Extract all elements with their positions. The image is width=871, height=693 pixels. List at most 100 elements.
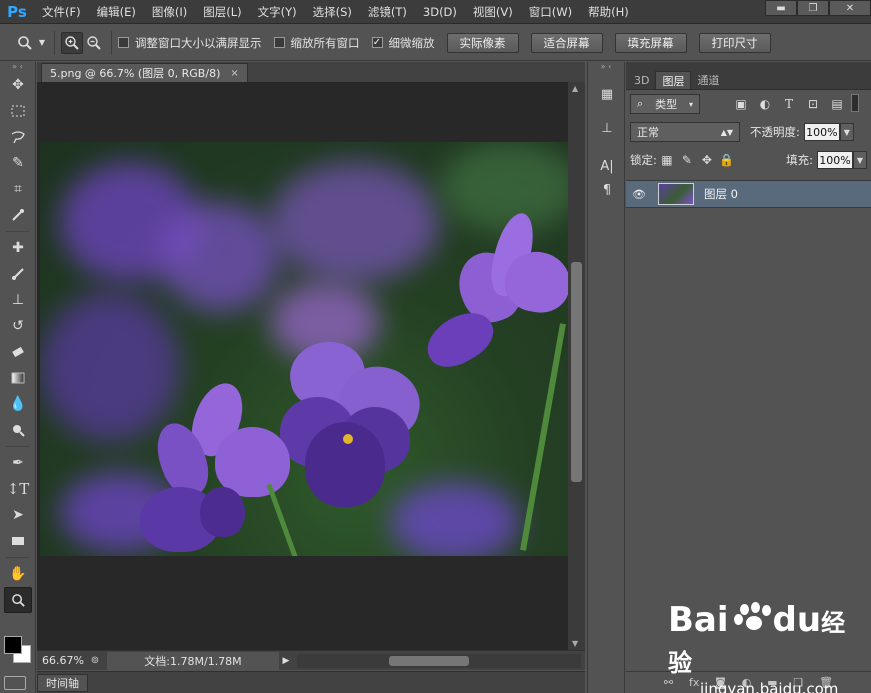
opacity-field[interactable]: 100%: [803, 123, 840, 141]
panel-grip-icon[interactable]: » ‹: [588, 62, 624, 72]
marquee-tool-icon[interactable]: [0, 98, 36, 124]
lasso-tool-icon[interactable]: [0, 124, 36, 150]
rectangle-tool-icon[interactable]: [0, 528, 36, 554]
type-filter-icon[interactable]: T: [779, 94, 799, 114]
menu-select[interactable]: 选择(S): [305, 4, 360, 20]
horizontal-scrollbar[interactable]: [297, 653, 581, 668]
tab-layers[interactable]: 图层: [655, 71, 692, 89]
healing-brush-tool-icon[interactable]: ✚: [0, 235, 36, 261]
zoom-tool-preset-icon[interactable]: [14, 32, 36, 54]
grid-panel-icon[interactable]: ▦: [588, 82, 626, 106]
clone-source-panel-icon[interactable]: ⊥: [588, 116, 626, 140]
dodge-tool-icon[interactable]: [0, 417, 36, 443]
quick-mask-icon[interactable]: [4, 676, 26, 690]
menu-file[interactable]: 文件(F): [34, 4, 89, 20]
layer-item[interactable]: 👁 图层 0: [626, 180, 871, 208]
canvas-area[interactable]: [37, 82, 568, 650]
checkbox-label: 调整窗口大小以满屏显示: [135, 35, 262, 50]
timeline-tab[interactable]: 时间轴: [37, 673, 88, 692]
menu-view[interactable]: 视图(V): [465, 4, 521, 20]
stem: [520, 323, 566, 551]
menu-type[interactable]: 文字(Y): [250, 4, 305, 20]
gradient-tool-icon[interactable]: [0, 365, 36, 391]
lock-position-icon[interactable]: ✥: [697, 150, 717, 170]
horizontal-scroll-thumb[interactable]: [389, 655, 469, 666]
color-swatches[interactable]: [4, 632, 34, 666]
separator: [111, 30, 112, 55]
fill-stepper-icon[interactable]: ▼: [853, 151, 867, 169]
pixel-filter-icon[interactable]: ▣: [731, 94, 751, 114]
restore-button[interactable]: ❐: [797, 0, 829, 16]
chevron-down-icon[interactable]: ▼: [36, 32, 48, 54]
vertical-scrollbar[interactable]: ▲ ▼: [568, 82, 585, 650]
tools-panel: » ‹ ✥ ✎ ⌗ ✚ ⊥ ↺ 💧 ✒ ↕T ➤ ✋: [0, 62, 36, 693]
character-panel-icon[interactable]: A|: [588, 154, 626, 178]
tab-3d[interactable]: 3D: [628, 71, 655, 89]
lock-transparent-icon[interactable]: ▦: [657, 150, 677, 170]
pen-tool-icon[interactable]: ✒: [0, 450, 36, 476]
menu-help[interactable]: 帮助(H): [580, 4, 637, 20]
scrubby-zoom-checkbox[interactable]: ✓ 细微缩放: [371, 35, 435, 51]
logo-left-text: Bai: [668, 600, 729, 640]
fit-screen-button[interactable]: 适合屏幕: [530, 32, 603, 53]
lock-image-icon[interactable]: ✎: [677, 150, 697, 170]
panel-grip-icon[interactable]: » ‹: [0, 62, 35, 72]
brush-tool-icon[interactable]: [0, 261, 36, 287]
stem: [266, 483, 299, 556]
checkbox-box[interactable]: [273, 37, 285, 48]
type-tool-icon[interactable]: ↕T: [0, 476, 36, 502]
zoom-level-field[interactable]: 66.67%: [37, 652, 87, 670]
layer-name[interactable]: 图层 0: [704, 186, 738, 202]
filter-toggle-switch[interactable]: [851, 94, 859, 112]
filter-kind-dropdown[interactable]: ⌕ 类型 ▾: [630, 94, 700, 114]
zoom-out-icon[interactable]: [83, 32, 105, 54]
crop-tool-icon[interactable]: ⌗: [0, 176, 36, 202]
close-tab-icon[interactable]: ×: [230, 68, 238, 79]
eyedropper-tool-icon[interactable]: [0, 202, 36, 228]
eye-icon[interactable]: 👁: [626, 188, 652, 201]
document-image[interactable]: [40, 142, 568, 556]
shape-filter-icon[interactable]: ⊡: [803, 94, 823, 114]
menu-filter[interactable]: 滤镜(T): [360, 4, 415, 20]
zoom-tool-icon[interactable]: [4, 587, 32, 613]
minimize-button[interactable]: ▬: [765, 0, 797, 16]
quick-selection-tool-icon[interactable]: ✎: [0, 150, 36, 176]
path-selection-tool-icon[interactable]: ➤: [0, 502, 36, 528]
menu-3d[interactable]: 3D(D): [415, 5, 465, 19]
blend-mode-dropdown[interactable]: 正常 ▲▼: [630, 122, 740, 142]
fill-field[interactable]: 100%: [817, 151, 853, 169]
menu-window[interactable]: 窗口(W): [521, 4, 580, 20]
close-button[interactable]: ✕: [829, 0, 871, 16]
history-brush-tool-icon[interactable]: ↺: [0, 313, 36, 339]
checkmark-icon[interactable]: ✓: [371, 37, 383, 48]
scroll-down-icon[interactable]: ▼: [572, 639, 578, 648]
zoom-in-icon[interactable]: [61, 31, 83, 54]
layer-thumbnail[interactable]: [658, 183, 694, 205]
smart-object-filter-icon[interactable]: ▤: [827, 94, 847, 114]
menu-layer[interactable]: 图层(L): [195, 4, 249, 20]
move-tool-icon[interactable]: ✥: [0, 72, 36, 98]
paragraph-panel-icon[interactable]: ¶: [588, 178, 626, 202]
actual-pixels-button[interactable]: 实际像素: [446, 32, 519, 53]
hand-tool-icon[interactable]: ✋: [0, 561, 36, 587]
fill-screen-button[interactable]: 填充屏幕: [614, 32, 687, 53]
print-size-button[interactable]: 打印尺寸: [698, 32, 771, 53]
status-options-icon[interactable]: ⊚: [87, 654, 103, 668]
checkbox-box[interactable]: [118, 37, 129, 48]
clone-stamp-tool-icon[interactable]: ⊥: [0, 287, 36, 313]
blur-tool-icon[interactable]: 💧: [0, 391, 36, 417]
foreground-color-swatch[interactable]: [4, 636, 22, 654]
menu-edit[interactable]: 编辑(E): [89, 4, 144, 20]
resize-windows-checkbox[interactable]: 调整窗口大小以满屏显示: [118, 35, 262, 51]
opacity-stepper-icon[interactable]: ▼: [839, 123, 854, 141]
document-tab[interactable]: 5.png @ 66.7% (图层 0, RGB/8) ×: [41, 63, 248, 82]
vertical-scroll-thumb[interactable]: [571, 262, 582, 482]
zoom-all-windows-checkbox[interactable]: 缩放所有窗口: [273, 35, 360, 51]
menu-image[interactable]: 图像(I): [144, 4, 195, 20]
eraser-tool-icon[interactable]: [0, 339, 36, 365]
lock-all-icon[interactable]: 🔒: [717, 150, 737, 170]
adjustment-filter-icon[interactable]: ◐: [755, 94, 775, 114]
tab-channels[interactable]: 通道: [691, 71, 725, 89]
scroll-up-icon[interactable]: ▲: [572, 84, 578, 93]
status-menu-arrow-icon[interactable]: ▶: [279, 656, 293, 666]
